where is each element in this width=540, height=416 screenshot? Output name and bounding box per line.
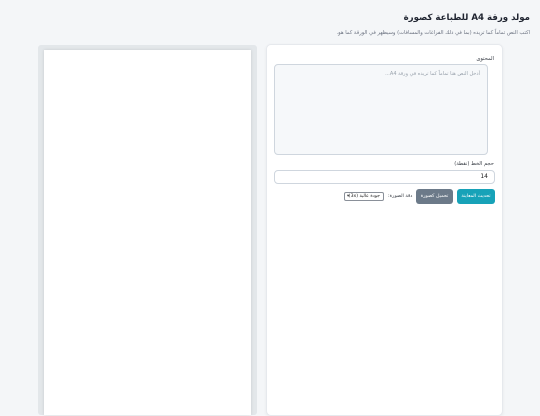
font-size-input[interactable]: 14	[274, 170, 495, 184]
controls-panel: المحتوى أدخل النص هنا تماماً كما تريده ف…	[266, 44, 503, 416]
content-label: المحتوى	[476, 56, 494, 62]
quality-selected-value: جودة عالية (3x)	[348, 194, 380, 199]
content-placeholder: أدخل النص هنا تماماً كما تريده في ورقة A…	[385, 71, 480, 77]
update-preview-button[interactable]: تحديث المعاينة	[457, 189, 495, 204]
page-header: مولد ورقة A4 للطباعة كصورة اكتب النص تما…	[10, 8, 530, 37]
quality-select[interactable]: جودة عالية (3x) ▾	[344, 192, 384, 201]
font-size-label: حجم الخط (نقطة)	[454, 161, 494, 167]
page-title: مولد ورقة A4 للطباعة كصورة	[403, 13, 530, 23]
preview-container	[38, 45, 257, 415]
download-image-button[interactable]: تحميل كصورة	[416, 189, 453, 204]
quality-label: دقة الصورة:	[388, 194, 413, 199]
page-subtitle: اكتب النص تماماً كما تريده (بما في ذلك ا…	[336, 30, 530, 36]
chevron-down-icon: ▾	[347, 194, 350, 199]
content-textarea[interactable]: أدخل النص هنا تماماً كما تريده في ورقة A…	[274, 64, 488, 155]
a4-preview-page	[44, 50, 251, 415]
